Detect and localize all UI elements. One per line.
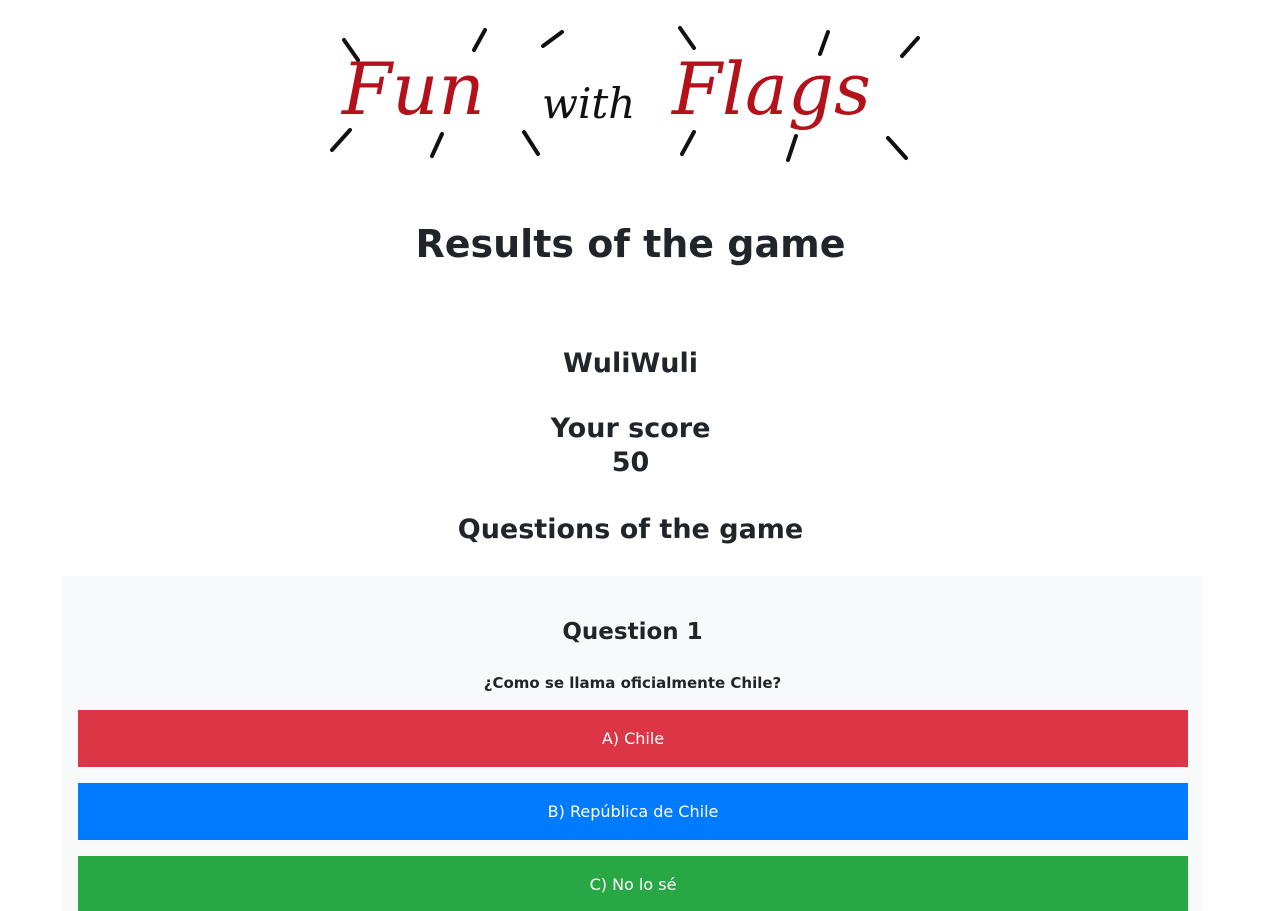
question-card: Question 1 ¿Como se llama oficialmente C… xyxy=(62,576,1203,911)
results-page: Fun with Flags Results of the game WuliW… xyxy=(0,0,1261,911)
player-name: WuliWuli xyxy=(562,348,699,379)
fun-with-flags-logo: Fun with Flags xyxy=(0,0,1261,180)
answer-a-button[interactable]: A) Chile xyxy=(78,710,1188,767)
logo-text-with: with xyxy=(542,79,635,128)
question-text: ¿Como se llama oficialmente Chile? xyxy=(483,674,782,692)
answer-b-button[interactable]: B) República de Chile xyxy=(78,783,1188,840)
question-title: Question 1 xyxy=(562,619,703,645)
logo-text-flags: Flags xyxy=(670,47,871,131)
answer-c-button[interactable]: C) No lo sé xyxy=(78,856,1188,911)
logo-text-fun: Fun xyxy=(340,47,485,131)
page-title: Results of the game xyxy=(415,222,846,266)
score-label: Your score xyxy=(550,413,711,444)
questions-heading: Questions of the game xyxy=(457,514,804,545)
logo-graphic: Fun with Flags xyxy=(330,26,920,162)
score-value: 50 xyxy=(611,447,650,478)
